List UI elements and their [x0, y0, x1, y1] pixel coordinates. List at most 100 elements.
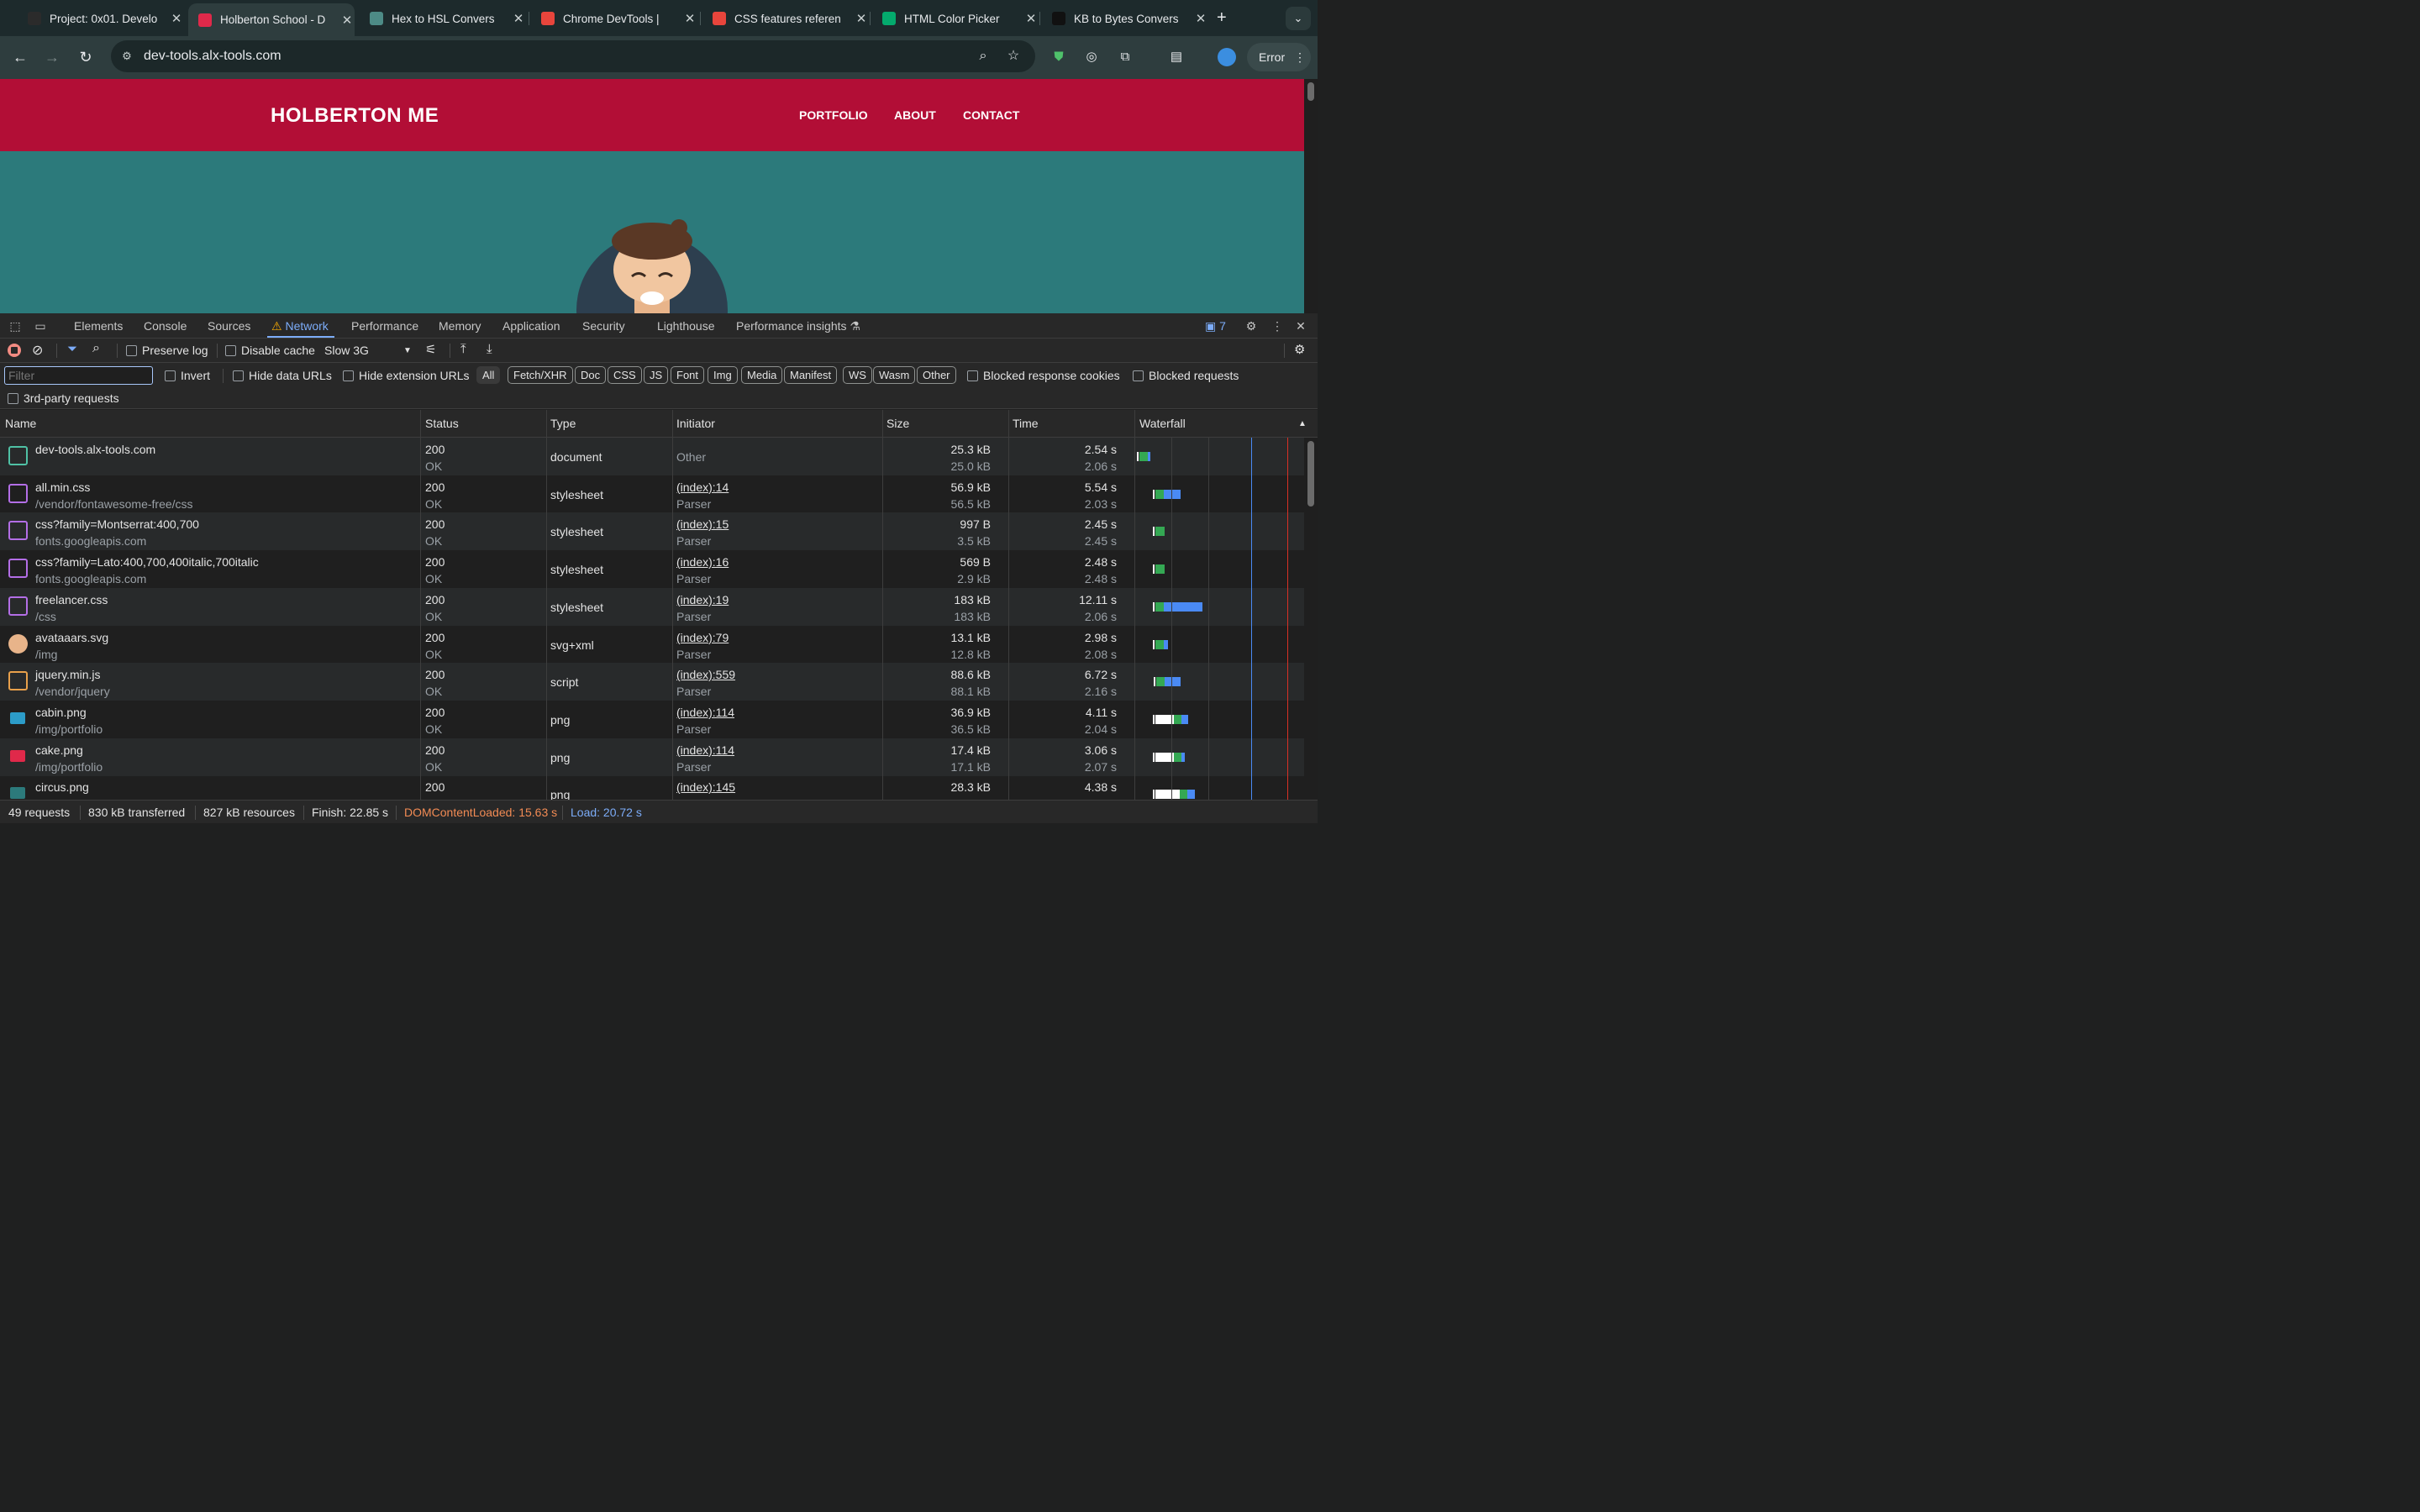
- request-name[interactable]: freelancer.css: [35, 593, 108, 606]
- table-row[interactable]: cabin.png/img/portfolio 200 OK png (index):1…: [0, 701, 1304, 738]
- nav-about[interactable]: ABOUT: [894, 108, 936, 122]
- extensions-puzzle-icon[interactable]: ⧉: [1116, 48, 1134, 66]
- settings-gear-icon[interactable]: ⚙: [1244, 318, 1259, 333]
- column-header-name[interactable]: Name: [5, 417, 36, 430]
- third-party-requests-checkbox[interactable]: 3rd-party requests: [8, 391, 119, 405]
- browser-tab[interactable]: CSS features referen ✕: [702, 5, 869, 32]
- type-filter-chip[interactable]: Img: [708, 366, 738, 384]
- table-scrollbar-thumb[interactable]: [1307, 441, 1314, 507]
- request-name[interactable]: cabin.png: [35, 706, 87, 719]
- tab-close-icon[interactable]: ✕: [682, 11, 697, 26]
- address-bar[interactable]: ⚙ dev-tools.alx-tools.com ⌕ ☆: [111, 40, 1035, 72]
- browser-tab[interactable]: KB to Bytes Convers ✕: [1042, 5, 1208, 32]
- error-menu-button[interactable]: Error ⋮: [1247, 43, 1311, 71]
- column-header-waterfall[interactable]: Waterfall: [1139, 417, 1186, 430]
- initiator-link[interactable]: (index):79: [676, 631, 729, 644]
- type-filter-chip[interactable]: Doc: [575, 366, 607, 384]
- tab-memory[interactable]: Memory: [439, 319, 481, 333]
- table-row[interactable]: css?family=Lato:400,700,400italic,700ita…: [0, 550, 1304, 588]
- table-scrollbar[interactable]: [1304, 438, 1318, 800]
- initiator-link[interactable]: (index):15: [676, 517, 729, 531]
- site-brand[interactable]: HOLBERTON ME: [271, 104, 439, 128]
- column-header-initiator[interactable]: Initiator: [676, 417, 715, 430]
- table-row[interactable]: avataaars.svg/img 200 OK svg+xml (index):79 P…: [0, 626, 1304, 664]
- page-scrollbar-thumb[interactable]: [1307, 82, 1314, 101]
- request-name[interactable]: dev-tools.alx-tools.com: [35, 443, 155, 456]
- tab-performance[interactable]: Performance: [351, 319, 418, 333]
- filter-input[interactable]: [4, 366, 153, 385]
- tab-sources[interactable]: Sources: [208, 319, 250, 333]
- browser-tab[interactable]: Holberton School - D ✕: [188, 3, 355, 36]
- table-row[interactable]: dev-tools.alx-tools.com 200 OK document Othe…: [0, 438, 1304, 475]
- initiator-link[interactable]: (index):19: [676, 593, 729, 606]
- throttling-select[interactable]: Slow 3G ▼: [324, 344, 412, 357]
- browser-tab[interactable]: HTML Color Picker ✕: [872, 5, 1039, 32]
- browser-tab[interactable]: Chrome DevTools | ✕: [531, 5, 697, 32]
- more-options-icon[interactable]: ⋮: [1270, 318, 1285, 333]
- type-filter-chip[interactable]: Media: [741, 366, 783, 384]
- filter-funnel-icon[interactable]: ⏷: [67, 342, 77, 356]
- tab-elements[interactable]: Elements: [74, 319, 123, 333]
- tab-close-icon[interactable]: ✕: [169, 11, 184, 26]
- type-filter-chip[interactable]: JS: [644, 366, 669, 384]
- request-name[interactable]: all.min.css: [35, 480, 90, 494]
- hide-extension-urls-checkbox[interactable]: Hide extension URLs: [343, 369, 470, 382]
- table-row[interactable]: cake.png/img/portfolio 200 OK png (index):11…: [0, 738, 1304, 776]
- reading-list-icon[interactable]: ▤: [1167, 48, 1186, 66]
- blocked-response-cookies-checkbox[interactable]: Blocked response cookies: [967, 369, 1120, 382]
- request-name[interactable]: css?family=Lato:400,700,400italic,700ita…: [35, 555, 259, 569]
- extension-icon[interactable]: ◎: [1082, 48, 1101, 66]
- request-name[interactable]: cake.png: [35, 743, 83, 757]
- network-conditions-icon[interactable]: ⚟: [425, 342, 436, 357]
- table-row[interactable]: jquery.min.js/vendor/jquery 200 OK script (i…: [0, 663, 1304, 701]
- page-scrollbar[interactable]: [1304, 79, 1318, 313]
- table-row[interactable]: css?family=Montserrat:400,700 fonts.googl…: [0, 512, 1304, 551]
- disable-cache-checkbox[interactable]: Disable cache: [225, 344, 315, 357]
- type-filter-chip[interactable]: Fetch/XHR: [508, 366, 573, 384]
- table-row[interactable]: circus.png 200 png (index):145 28.3 kB 4.38 s: [0, 775, 1304, 800]
- browser-tab[interactable]: Hex to HSL Convers ✕: [360, 5, 526, 32]
- request-name[interactable]: jquery.min.js: [35, 668, 101, 681]
- tab-performance-insights[interactable]: Performance insights ⚗: [736, 319, 860, 333]
- tab-close-icon[interactable]: ✕: [339, 13, 355, 28]
- nav-contact[interactable]: CONTACT: [963, 108, 1019, 122]
- blocked-requests-checkbox[interactable]: Blocked requests: [1133, 369, 1239, 382]
- hide-data-urls-checkbox[interactable]: Hide data URLs: [233, 369, 332, 382]
- shield-extension-icon[interactable]: ⛊: [1050, 48, 1068, 66]
- tab-close-icon[interactable]: ✕: [1193, 11, 1208, 26]
- inspect-element-icon[interactable]: ⬚: [8, 318, 23, 333]
- column-header-size[interactable]: Size: [886, 417, 909, 430]
- new-tab-button[interactable]: +: [1217, 8, 1227, 28]
- issues-counter[interactable]: ▣ 7: [1205, 319, 1226, 333]
- type-filter-chip[interactable]: Other: [917, 366, 956, 384]
- reload-icon[interactable]: ↻: [75, 46, 97, 68]
- back-icon[interactable]: ←: [9, 46, 31, 68]
- profile-avatar[interactable]: [1218, 48, 1236, 66]
- tab-search-icon[interactable]: ⌄: [1286, 7, 1311, 30]
- record-stop-icon[interactable]: [8, 344, 21, 357]
- tab-lighthouse[interactable]: Lighthouse: [657, 319, 715, 333]
- initiator-link[interactable]: (index):145: [676, 780, 735, 794]
- tab-console[interactable]: Console: [144, 319, 187, 333]
- type-filter-chip[interactable]: CSS: [608, 366, 642, 384]
- request-name[interactable]: circus.png: [35, 780, 89, 794]
- type-filter-chip[interactable]: Wasm: [873, 366, 916, 384]
- sort-ascending-icon[interactable]: ▲: [1298, 419, 1307, 428]
- import-har-icon[interactable]: ⤒: [460, 342, 466, 356]
- browser-tab[interactable]: Project: 0x01. Develo ✕: [18, 5, 184, 32]
- site-info-icon[interactable]: ⚙: [119, 49, 134, 64]
- initiator-link[interactable]: (index):14: [676, 480, 729, 494]
- type-filter-chip[interactable]: Manifest: [784, 366, 838, 384]
- tab-security[interactable]: Security: [582, 319, 625, 333]
- invert-checkbox[interactable]: Invert: [165, 369, 210, 382]
- initiator-link[interactable]: (index):16: [676, 555, 729, 569]
- zoom-icon[interactable]: ⌕: [975, 48, 992, 65]
- nav-portfolio[interactable]: PORTFOLIO: [799, 108, 868, 122]
- preserve-log-checkbox[interactable]: Preserve log: [126, 344, 208, 357]
- forward-icon[interactable]: →: [41, 46, 63, 68]
- type-filter-chip[interactable]: All: [476, 366, 501, 384]
- request-name[interactable]: avataaars.svg: [35, 631, 108, 644]
- tab-close-icon[interactable]: ✕: [1023, 11, 1039, 26]
- device-toolbar-icon[interactable]: ▭: [33, 318, 48, 333]
- search-icon[interactable]: ⌕: [92, 341, 100, 356]
